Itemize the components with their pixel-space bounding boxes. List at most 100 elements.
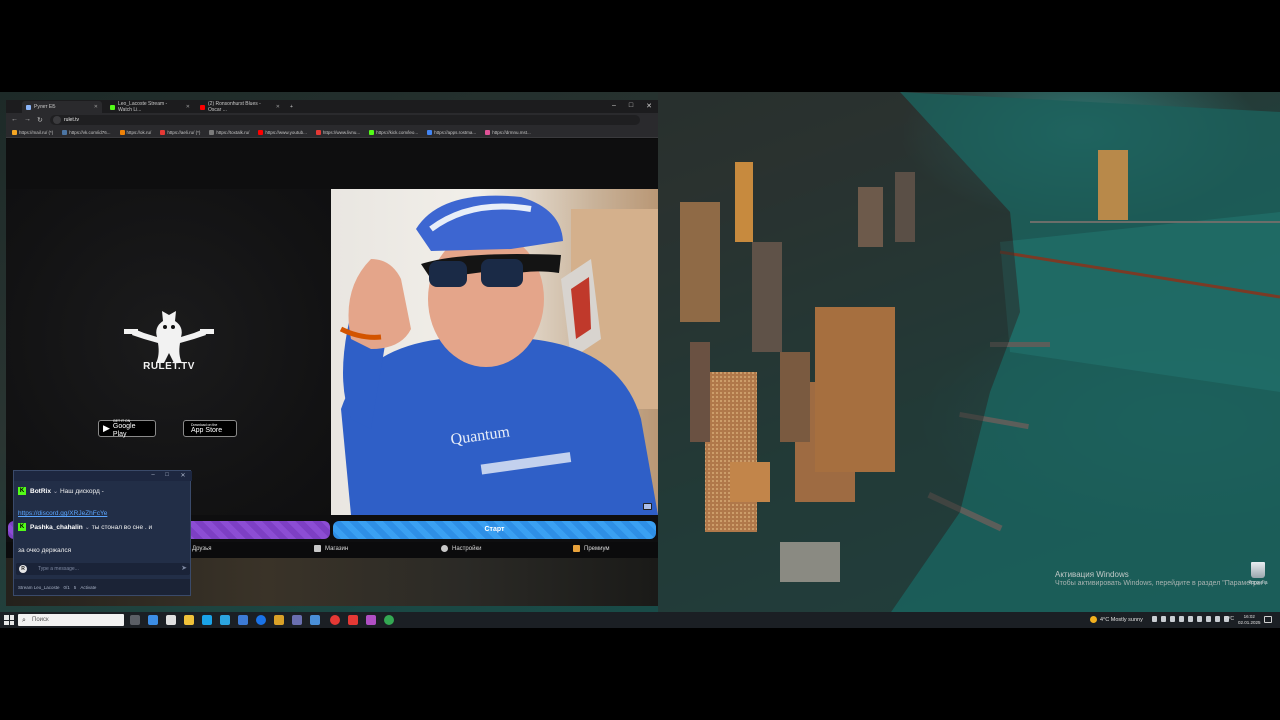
bookmarks-bar: https://mail.ru/ (*) https://vk.com/id76.… [6, 127, 658, 138]
language-indicator[interactable]: РУС [1224, 616, 1234, 622]
tab-label: Leo_Lacoste Stream - Watch Li... [118, 101, 168, 113]
network-icon[interactable] [1188, 616, 1193, 622]
close-window-button[interactable]: ✕ [644, 102, 654, 110]
forward-arrow-icon[interactable]: → [24, 116, 31, 123]
bookmark-label: https://aeli.ru/ (*) [167, 129, 201, 135]
battery-icon[interactable] [1206, 616, 1211, 622]
chat-message-continuation: за очко держался [18, 547, 72, 554]
opera-icon[interactable] [330, 615, 340, 625]
site-info-icon[interactable] [53, 116, 61, 124]
browser-toolbar: ← → ↻ rulet.tv [6, 113, 658, 127]
tray-icon[interactable] [1170, 616, 1175, 622]
bookmark-item[interactable]: https://toxtalk.ru/ [209, 129, 249, 135]
nav-premium[interactable]: Премиум [573, 545, 610, 552]
bookmark-favicon-icon [62, 129, 68, 135]
bookmark-item[interactable]: https://vk.com/id76... [62, 129, 111, 135]
recycle-bin-label: Корзина [1248, 580, 1268, 586]
address-bar[interactable]: rulet.tv [50, 115, 640, 125]
chat-titlebar: – □ ✕ [14, 471, 192, 481]
bookmark-label: https://ok.ru/ [126, 129, 152, 135]
sun-icon [1090, 616, 1097, 623]
video-quality-icon[interactable] [643, 503, 652, 510]
bookmark-label: https://apps.rostma... [434, 129, 477, 135]
app-icon[interactable] [238, 615, 248, 625]
bookmark-item[interactable]: https://www.youtub... [258, 129, 307, 135]
taskbar-search-box[interactable]: ⌕ Поиск [18, 614, 124, 626]
chevron-down-icon: ⌄ [52, 489, 58, 495]
app-store-button[interactable]: Download on the App Store [183, 420, 237, 437]
app-icon[interactable] [292, 615, 302, 625]
system-tray [1152, 616, 1229, 622]
chat-message-input[interactable] [38, 564, 178, 574]
tab-youtube[interactable]: (2) Ronsonhurst Blues - Oscar ... ✕ [196, 101, 284, 113]
notification-icon[interactable] [1264, 616, 1272, 623]
close-tab-icon[interactable]: ✕ [90, 104, 98, 110]
chat-username[interactable]: BotRix [30, 488, 51, 495]
tab-rulet[interactable]: Рулет ЕБ ✕ [22, 101, 102, 113]
recycle-bin-shortcut[interactable]: Корзина [1246, 562, 1270, 586]
chat-message-pashka: K Pashka_chahalin ⌄ ты стонал во сне . и [18, 520, 152, 536]
google-play-icon: ▶ [103, 423, 110, 433]
close-tab-icon[interactable]: ✕ [182, 104, 190, 110]
send-icon[interactable]: ➤ [181, 564, 187, 572]
bookmark-item[interactable]: https://kick.com/leo... [369, 129, 419, 135]
discord-link[interactable]: https://discord.gg/XRJeZhFcYe [18, 510, 107, 517]
file-explorer-icon[interactable] [184, 615, 194, 625]
tray-icon[interactable] [1215, 616, 1220, 622]
app-icon[interactable] [256, 615, 266, 625]
weather-text: 4°C Mostly sunny [1100, 616, 1143, 623]
app-icon[interactable] [148, 615, 158, 625]
bookmark-item[interactable]: https://ok.ru/ [119, 129, 152, 135]
webcam-person-image: Quantum [339, 195, 658, 515]
new-tab-button[interactable]: + [286, 101, 300, 113]
app-icon[interactable] [348, 615, 358, 625]
tray-icon[interactable] [1179, 616, 1184, 622]
chat-footer-viewers: 5 [73, 584, 77, 590]
app-icon[interactable] [274, 615, 284, 625]
nav-settings[interactable]: Настройки [441, 545, 481, 552]
start-button[interactable]: Старт [333, 521, 656, 539]
media-player-icon[interactable] [166, 615, 176, 625]
back-arrow-icon[interactable]: ← [11, 116, 18, 123]
chat-username[interactable]: Pashka_chahalin [30, 524, 83, 531]
tray-icon[interactable] [1152, 616, 1157, 622]
chat-maximize-button[interactable]: □ [162, 472, 172, 478]
tab-kick-stream[interactable]: Leo_Lacoste Stream - Watch Li... ✕ [106, 101, 194, 113]
bookmark-favicon-icon [209, 129, 215, 135]
activation-title: Активация Windows [1055, 570, 1129, 579]
telegram-icon[interactable] [220, 615, 230, 625]
app-store-label: App Store [191, 426, 223, 434]
chat-close-button[interactable]: ✕ [178, 472, 188, 479]
taskbar-clock[interactable]: 16:02 02.01.2025 [1238, 614, 1261, 626]
weather-widget[interactable]: 4°C Mostly sunny [1090, 616, 1143, 623]
chat-minimize-button[interactable]: – [148, 472, 158, 478]
bookmark-favicon-icon [12, 129, 17, 135]
maximize-button[interactable]: □ [626, 102, 636, 109]
tray-icon[interactable] [1161, 616, 1166, 622]
nav-shop[interactable]: Магазин [314, 545, 348, 552]
volume-icon[interactable] [1197, 616, 1202, 622]
google-play-button[interactable]: ▶ GET IT ON Google Play [98, 419, 156, 438]
edge-icon[interactable] [202, 615, 212, 625]
plus-icon: + [290, 104, 293, 110]
close-tab-icon[interactable]: ✕ [272, 104, 280, 110]
task-view-icon[interactable] [130, 615, 140, 625]
bookmark-item[interactable]: https://drmnu.mst... [485, 129, 531, 135]
bookmark-favicon-icon [160, 129, 166, 135]
rulet-left-panel: RULET.TV ▶ GET IT ON Google Play Downloa… [6, 189, 331, 515]
bookmark-item[interactable]: https://www.livnu... [315, 129, 360, 135]
app-icon[interactable] [310, 615, 320, 625]
tab-strip: Рулет ЕБ ✕ Leo_Lacoste Stream - Watch Li… [6, 100, 658, 113]
minimize-button[interactable]: – [609, 102, 619, 109]
chrome-icon[interactable] [384, 615, 394, 625]
rulet-logo-text: RULET.TV [143, 361, 195, 372]
reload-icon[interactable]: ↻ [37, 116, 43, 124]
bookmark-item[interactable]: https://aeli.ru/ (*) [160, 129, 201, 135]
app-icon[interactable] [366, 615, 376, 625]
bookmark-item[interactable]: https://mail.ru/ (*) [12, 129, 53, 135]
bookmark-label: https://kick.com/leo... [376, 129, 419, 135]
rulet-favicon [26, 104, 31, 110]
chat-footer-activate[interactable]: Activate [80, 585, 96, 590]
windows-start-icon[interactable] [4, 615, 14, 625]
bookmark-item[interactable]: https://apps.rostma... [427, 129, 477, 135]
